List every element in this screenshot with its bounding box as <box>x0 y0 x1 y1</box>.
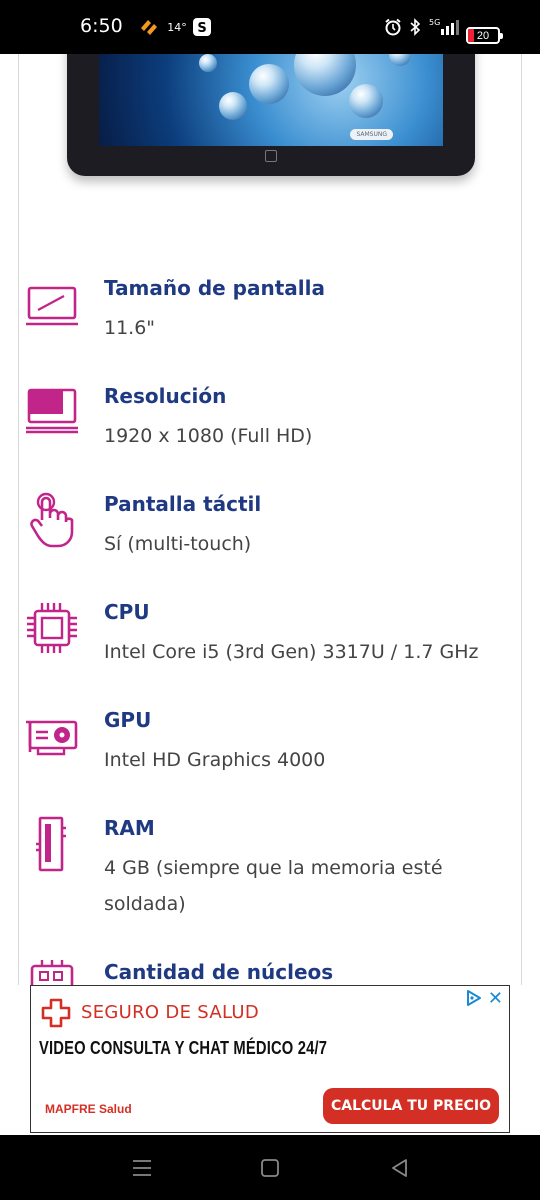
spec-title: RAM <box>104 816 155 840</box>
status-bar: 6:50 14° S 5G 20 <box>0 0 540 54</box>
samsung-brand-label: SAMSUNG <box>350 129 393 140</box>
app-notification-icon <box>137 14 161 40</box>
tablet-product-image: SAMSUNG <box>67 54 475 176</box>
temperature-text: 14° <box>167 20 187 34</box>
back-button[interactable] <box>385 1153 415 1183</box>
gpu-card-icon <box>26 720 78 756</box>
bluetooth-icon <box>406 14 424 40</box>
health-cross-icon <box>41 998 71 1028</box>
ram-module-icon <box>36 816 66 872</box>
spec-card: SAMSUNG <box>18 54 522 985</box>
spec-value: Intel HD Graphics 4000 <box>104 749 326 771</box>
spec-title: Resolución <box>104 384 227 408</box>
spec-value: Sí (multi-touch) <box>104 533 252 555</box>
svg-text:5G: 5G <box>429 18 440 27</box>
menu-icon <box>133 1160 151 1176</box>
spec-title: Cantidad de núcleos <box>104 960 334 984</box>
touch-hand-icon <box>30 492 74 548</box>
home-square-icon <box>261 1159 279 1177</box>
spec-value: 11.6" <box>104 317 156 339</box>
cpu-chip-icon <box>27 603 77 653</box>
status-time: 6:50 <box>80 15 123 37</box>
spec-title: GPU <box>104 708 152 732</box>
navigation-bar <box>0 1135 540 1200</box>
spec-title: Tamaño de pantalla <box>104 276 325 300</box>
ad-banner[interactable]: SEGURO DE SALUD VIDEO CONSULTA Y CHAT MÉ… <box>30 985 510 1133</box>
ad-brand-logo: MAPFRE Salud <box>45 1102 132 1116</box>
recent-apps-button[interactable] <box>127 1153 157 1183</box>
tablet-screen: SAMSUNG <box>99 54 443 146</box>
battery-icon: 20 <box>466 27 503 44</box>
spec-title: Pantalla táctil <box>104 492 262 516</box>
signal-icon: 5G <box>428 14 460 40</box>
ad-subline: VIDEO CONSULTA Y CHAT MÉDICO 24/7 <box>39 1038 328 1058</box>
alarm-icon <box>382 14 404 40</box>
back-triangle-icon <box>392 1159 407 1177</box>
svg-text:S: S <box>197 21 206 36</box>
spec-value: 1920 x 1080 (Full HD) <box>104 425 313 447</box>
ad-choices-icon[interactable] <box>465 989 483 1007</box>
resolution-icon <box>26 388 78 434</box>
windows-home-button-icon <box>265 150 277 162</box>
home-button[interactable] <box>255 1153 285 1183</box>
ad-headline: SEGURO DE SALUD <box>81 1002 260 1023</box>
spec-value: Intel Core i5 (3rd Gen) 3317U / 1.7 GHz <box>104 641 479 663</box>
screen-size-icon <box>26 286 78 326</box>
s-app-icon: S <box>192 14 212 40</box>
spec-value: 4 GB (siempre que la memoria esté soldad… <box>104 857 443 915</box>
ad-cta-button[interactable]: CALCULA TU PRECIO <box>323 1088 499 1124</box>
spec-title: CPU <box>104 600 150 624</box>
ad-close-icon[interactable]: ✕ <box>488 988 503 1009</box>
